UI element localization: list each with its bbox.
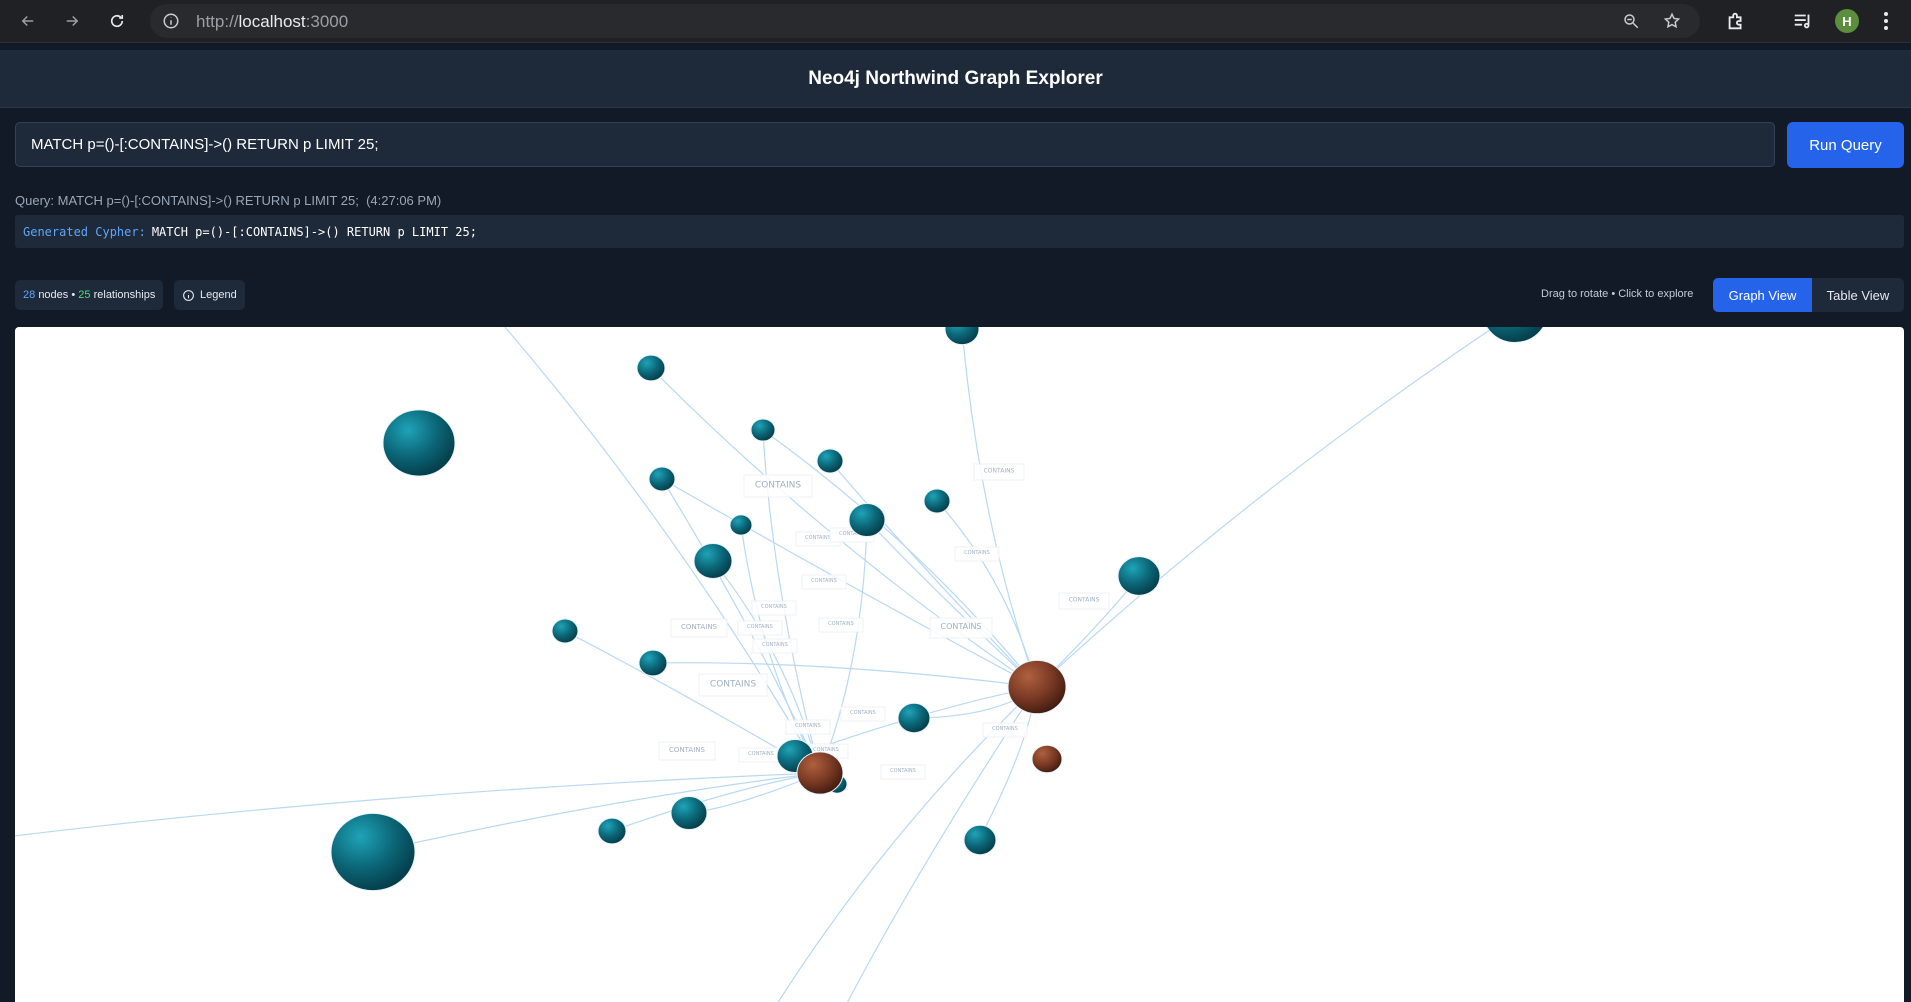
media-queue-icon[interactable] — [1792, 10, 1814, 32]
product-node[interactable] — [551, 618, 579, 644]
product-node[interactable] — [330, 812, 416, 892]
relationship-label: CONTAINS — [805, 535, 831, 541]
url-text: http://localhost:3000 — [196, 12, 349, 31]
product-node[interactable] — [670, 795, 708, 831]
relationship-label: CONTAINS — [992, 726, 1018, 732]
product-node[interactable] — [816, 448, 844, 474]
relationship-label: CONTAINS — [890, 768, 916, 774]
relationship-label: CONTAINS — [669, 746, 705, 754]
browser-toolbar: http://localhost:3000 H — [0, 0, 1911, 43]
page-title: Neo4j Northwind Graph Explorer — [808, 67, 1103, 89]
relationship-label: CONTAINS — [850, 710, 876, 716]
product-node[interactable] — [897, 702, 931, 734]
product-node[interactable] — [944, 327, 980, 346]
relationship-label: CONTAINS — [748, 751, 774, 757]
relationships-count: 25 — [78, 289, 91, 301]
generated-cypher: Generated Cypher: MATCH p=()-[:CONTAINS]… — [15, 215, 1904, 248]
relationship-edge — [936, 500, 1038, 688]
relationship-label: CONTAINS — [811, 578, 837, 584]
generated-cypher-label: Generated Cypher: — [23, 224, 146, 239]
interaction-hint: Drag to rotate • Click to explore — [1541, 288, 1694, 300]
graph-view-button[interactable]: Graph View — [1713, 278, 1812, 312]
nodes-count: 28 — [23, 289, 36, 301]
order-node[interactable] — [1031, 744, 1063, 774]
relationship-label: CONTAINS — [762, 642, 788, 648]
back-icon[interactable] — [14, 7, 42, 35]
browser-menu-icon[interactable] — [1883, 11, 1889, 31]
table-view-button[interactable]: Table View — [1812, 278, 1904, 312]
relationship-label: CONTAINS — [828, 621, 854, 627]
profile-avatar[interactable]: H — [1835, 9, 1859, 33]
relationship-label: CONTAINS — [1069, 596, 1100, 603]
product-node[interactable] — [693, 543, 733, 579]
product-node[interactable] — [1483, 327, 1547, 343]
relationship-label: CONTAINS — [984, 467, 1015, 474]
relationship-edge — [866, 519, 1038, 688]
info-icon — [183, 289, 194, 301]
legend-button[interactable]: Legend — [174, 280, 245, 310]
product-node[interactable] — [729, 514, 753, 536]
relationship-label: CONTAINS — [747, 624, 773, 630]
relationship-label: CONTAINS — [755, 481, 801, 491]
relationship-label: CONTAINS — [964, 550, 990, 556]
relationship-edge — [504, 327, 821, 774]
query-status: Query: MATCH p=()-[:CONTAINS]->() RETURN… — [15, 193, 442, 208]
relationship-edge — [372, 772, 821, 853]
relationship-label: CONTAINS — [681, 623, 717, 631]
relationship-label: CONTAINS — [761, 604, 787, 610]
run-query-button[interactable]: Run Query — [1787, 122, 1904, 168]
extensions-icon[interactable] — [1725, 10, 1747, 32]
product-node[interactable] — [648, 466, 676, 492]
view-toggle: Graph View Table View — [1713, 278, 1904, 312]
product-node[interactable] — [382, 409, 456, 477]
generated-cypher-value: MATCH p=()-[:CONTAINS]->() RETURN p LIMI… — [151, 224, 477, 239]
product-node[interactable] — [597, 817, 627, 845]
relationship-edge — [1036, 327, 1496, 688]
zoom-icon[interactable] — [1622, 12, 1640, 30]
product-node[interactable] — [848, 502, 886, 538]
address-bar[interactable]: http://localhost:3000 — [150, 4, 1700, 38]
order-node[interactable] — [796, 751, 844, 795]
relationship-label: CONTAINS — [940, 622, 981, 631]
reload-icon[interactable] — [103, 7, 131, 35]
product-node[interactable] — [750, 418, 776, 442]
relationship-label: CONTAINS — [795, 723, 821, 729]
app-header: Neo4j Northwind Graph Explorer — [0, 50, 1911, 108]
graph-svg[interactable]: CONTAINS CONTAINS CONTAINS CONTAINS CONTAINS… — [15, 327, 1904, 1002]
relationship-label: CONTAINS — [710, 680, 756, 690]
product-node[interactable] — [638, 649, 668, 677]
product-node[interactable] — [1117, 556, 1161, 596]
graph-canvas[interactable]: CONTAINS CONTAINS CONTAINS CONTAINS CONTAINS… — [15, 327, 1904, 1002]
product-node[interactable] — [923, 488, 951, 514]
product-node[interactable] — [963, 824, 997, 856]
bookmark-star-icon[interactable] — [1663, 12, 1681, 30]
relationship-edge — [819, 519, 868, 774]
order-node[interactable] — [1007, 659, 1067, 715]
forward-icon[interactable] — [58, 7, 86, 35]
product-node[interactable] — [636, 354, 666, 382]
query-input[interactable] — [15, 122, 1775, 167]
relationship-edge — [661, 478, 1038, 688]
graph-stats: 28 nodes • 25 relationships — [15, 280, 164, 310]
site-info-icon[interactable] — [162, 12, 180, 30]
